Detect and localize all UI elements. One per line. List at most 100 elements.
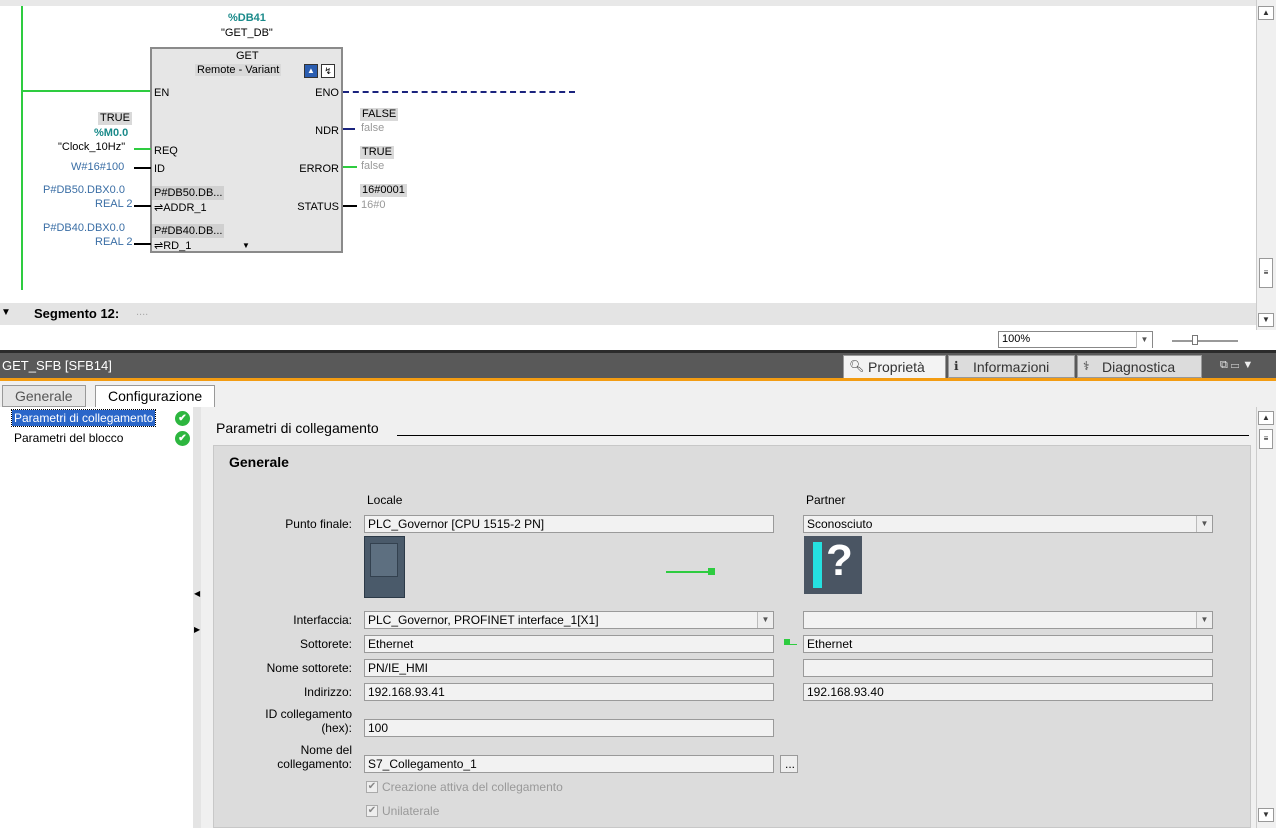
collapse-segment-icon[interactable]: ▼ (1, 307, 11, 318)
connection-name-field[interactable]: S7_Collegamento_1 (364, 755, 774, 773)
id-wire (134, 167, 151, 169)
scroll-up-icon[interactable]: ▲ (1258, 6, 1274, 20)
partner-address-field[interactable]: 192.168.93.40 (803, 683, 1213, 701)
partner-subnet-field[interactable]: Ethernet (803, 635, 1213, 653)
label-connection-name-line1: Nome del (300, 743, 352, 757)
ndr-monitor-value: FALSE (360, 108, 399, 121)
block-variant: Remote - Variant (195, 64, 282, 76)
local-address-field[interactable]: 192.168.93.41 (364, 683, 774, 701)
window-layout-icon[interactable]: ⧉ ▭ ▼ (1220, 359, 1253, 372)
editor-top-strip (0, 0, 1256, 6)
unknown-device-bar (813, 542, 822, 588)
req-wire (134, 148, 151, 150)
scroll-down-icon[interactable]: ▼ (1258, 808, 1274, 822)
local-interface-select[interactable]: PLC_Governor, PROFINET interface_1[X1] ▼ (364, 611, 774, 629)
chevron-down-icon[interactable]: ▼ (1196, 612, 1212, 628)
partner-subnet-name-field[interactable] (803, 659, 1213, 677)
en-wire (21, 90, 151, 92)
label-connection-id: ID collegamento (hex): (265, 707, 352, 735)
collapse-left-icon[interactable]: ◀ (194, 589, 200, 598)
unknown-device-icon: ? (804, 536, 862, 594)
power-rail (21, 6, 23, 290)
tab-info[interactable]: ℹ Informazioni (948, 355, 1075, 378)
local-endpoint-field[interactable]: PLC_Governor [CPU 1515-2 PN] (364, 515, 774, 533)
pin-rd: ⇌RD_1 (154, 239, 191, 252)
network-icon-line (789, 644, 797, 645)
scroll-thumb[interactable]: ≡ (1259, 258, 1273, 288)
addr-pointer[interactable]: P#DB50.DBX0.0 (43, 184, 125, 196)
nav-block-params[interactable]: Parametri del blocco (12, 430, 125, 446)
properties-icon: 🔍︎ (849, 359, 865, 373)
tab-diagnostics-label: Diagnostica (1102, 359, 1176, 375)
addr-wire (134, 205, 151, 207)
chevron-down-icon[interactable]: ▼ (1136, 332, 1152, 348)
check-icon: ✔ (175, 431, 190, 446)
zoom-slider-handle[interactable] (1192, 335, 1198, 345)
nav-splitter[interactable]: ◀ ▶ (193, 407, 201, 828)
rd-type: REAL 2 (95, 236, 133, 248)
inspector-window: GET_SFB [SFB14] 🔍︎ Proprietà ℹ Informazion… (0, 350, 1276, 828)
block-help-icon[interactable]: ↯ (321, 64, 335, 78)
partner-endpoint-select[interactable]: Sconosciuto ▼ (803, 515, 1213, 533)
expand-block-icon[interactable]: ▼ (242, 241, 250, 250)
local-subnet-field[interactable]: Ethernet (364, 635, 774, 653)
error-init-value: false (361, 160, 385, 172)
pin-rd-label: RD_1 (163, 240, 192, 252)
instance-name[interactable]: "GET_DB" (221, 27, 273, 39)
question-mark-icon: ? (826, 536, 853, 585)
get-function-block[interactable]: GET Remote - Variant ▲ ↯ EN ENO REQ ID N… (150, 47, 343, 253)
active-connection-checkbox[interactable]: ✔ (366, 781, 378, 793)
label-connection-name: Nome del collegamento: (277, 743, 352, 771)
connection-port (708, 568, 715, 575)
req-address[interactable]: %M0.0 (94, 127, 128, 139)
nav-connection-params[interactable]: Parametri di collegamento (10, 409, 157, 427)
ndr-init-value: false (361, 122, 385, 134)
tab-configuration[interactable]: Configurazione (95, 385, 216, 407)
expand-right-icon[interactable]: ▶ (194, 625, 200, 634)
error-wire (343, 166, 357, 168)
block-config-icon[interactable]: ▲ (304, 64, 318, 78)
addr-type: REAL 2 (95, 198, 133, 210)
tab-general[interactable]: Generale (2, 385, 86, 407)
label-connection-id-line1: ID collegamento (265, 707, 352, 721)
eno-wire (343, 91, 575, 93)
active-connection-label: Creazione attiva del collegamento (382, 780, 563, 794)
unilateral-checkbox[interactable]: ✔ (366, 805, 378, 817)
local-subnet-name-field[interactable]: PN/IE_HMI (364, 659, 774, 677)
status-wire (343, 205, 357, 207)
scroll-up-icon[interactable]: ▲ (1258, 411, 1274, 425)
inspector-scrollbar[interactable]: ▲ ≡ ▼ (1256, 407, 1276, 828)
ndr-wire (343, 128, 355, 130)
tab-properties[interactable]: 🔍︎ Proprietà (843, 355, 946, 378)
pin-error: ERROR (299, 163, 339, 175)
status-init-value: 16#0 (361, 199, 386, 211)
chevron-down-icon[interactable]: ▼ (757, 612, 773, 628)
rd-actual-box: P#DB40.DB... (152, 224, 225, 238)
partner-interface-select[interactable]: ▼ (803, 611, 1213, 629)
plc-module-face (370, 543, 398, 577)
group-title: Generale (229, 454, 289, 470)
label-connection-id-line2: (hex): (321, 721, 352, 735)
segment-comment[interactable]: .... (136, 306, 148, 318)
pin-ndr: NDR (315, 125, 339, 137)
status-monitor-value: 16#0001 (360, 184, 407, 197)
connection-id-field[interactable]: 100 (364, 719, 774, 737)
zoom-select[interactable]: 100% ▼ (998, 331, 1153, 348)
segment-header[interactable]: ▼ Segmento 12: .... (0, 303, 1256, 325)
instance-address: %DB41 (228, 12, 266, 24)
info-icon: ℹ (954, 359, 959, 373)
scroll-thumb[interactable]: ≡ (1259, 429, 1273, 449)
chevron-down-icon[interactable]: ▼ (1196, 516, 1212, 532)
pin-addr-label: ADDR_1 (163, 202, 207, 214)
browse-button[interactable]: ... (780, 755, 798, 773)
tab-diagnostics[interactable]: ⚕ Diagnostica (1077, 355, 1202, 378)
pin-id: ID (154, 163, 165, 175)
zoom-slider[interactable] (1172, 340, 1238, 342)
editor-scrollbar[interactable]: ▲ ≡ ▼ (1256, 0, 1276, 330)
id-value[interactable]: W#16#100 (71, 161, 124, 173)
scroll-down-icon[interactable]: ▼ (1258, 313, 1274, 327)
req-tag-name[interactable]: "Clock_10Hz" (58, 141, 125, 153)
rd-pointer[interactable]: P#DB40.DBX0.0 (43, 222, 125, 234)
error-monitor-value: TRUE (360, 146, 394, 159)
addr-actual-box: P#DB50.DB... (152, 186, 225, 200)
